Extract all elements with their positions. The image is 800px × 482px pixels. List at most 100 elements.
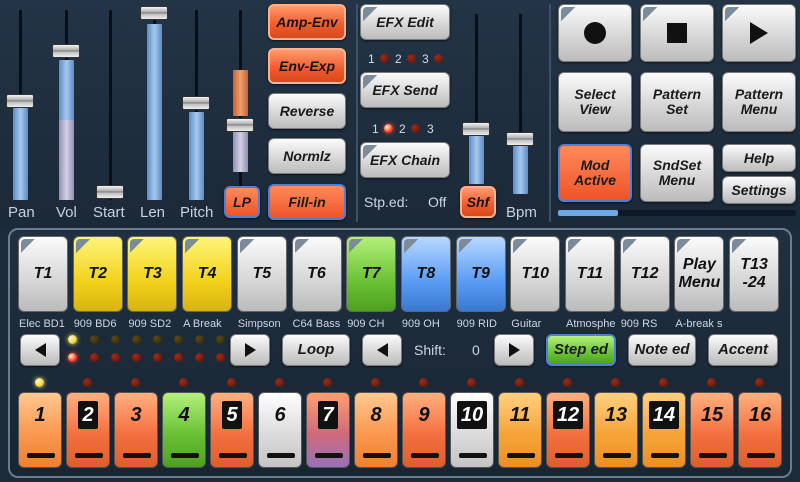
pattern-led (216, 335, 225, 344)
step-number: 12 (552, 401, 584, 429)
efx-slot-label: 1 (368, 52, 375, 66)
slider-fill (469, 132, 484, 184)
step-button[interactable]: 15 (690, 392, 734, 468)
shift-value: 0 (472, 342, 480, 358)
track-name: 909 SD2 (128, 318, 172, 330)
step-button[interactable]: 12 (546, 392, 590, 468)
step-number: 1 (34, 404, 46, 426)
track-button[interactable]: T3 (127, 236, 178, 312)
track-button[interactable]: T10 (510, 236, 561, 312)
step-button[interactable]: 16 (738, 392, 782, 468)
efx-send-button[interactable]: EFX Send (360, 72, 450, 108)
fill-in-button[interactable]: Fill-in (268, 184, 346, 220)
step-button[interactable]: 10 (450, 392, 494, 468)
step-button[interactable]: 8 (354, 392, 398, 468)
help-button[interactable]: Help (722, 144, 796, 172)
env-exp-button[interactable]: Env-Exp (268, 48, 346, 84)
shf-button[interactable]: Shf (460, 186, 496, 218)
mod-active-button[interactable]: Mod Active (558, 144, 632, 202)
slider-knob[interactable] (182, 96, 210, 110)
prev-pattern-button[interactable] (20, 334, 60, 366)
pan-slider[interactable] (6, 10, 34, 200)
track-button[interactable]: Play Menu (674, 236, 725, 312)
step-button[interactable]: 9 (402, 392, 446, 468)
efx-slot-label: 1 (372, 122, 379, 136)
step-button[interactable]: 6 (258, 392, 302, 468)
progress-bar (558, 210, 796, 216)
envelope-slider[interactable] (226, 10, 254, 200)
shift-right-button[interactable] (494, 334, 534, 366)
pattern-led (90, 335, 99, 344)
step-button[interactable]: 4 (162, 392, 206, 468)
step-button[interactable]: 14 (642, 392, 686, 468)
pattern-led (68, 353, 77, 362)
pitch-slider[interactable] (182, 10, 210, 200)
normlz-button[interactable]: Normlz (268, 138, 346, 174)
select-view-button[interactable]: Select View (558, 72, 632, 132)
start-slider[interactable] (96, 10, 124, 200)
track-button[interactable]: T13 -24 (729, 236, 780, 312)
pattern-menu-button[interactable]: Pattern Menu (722, 72, 796, 132)
next-pattern-button[interactable] (230, 334, 270, 366)
stop-button[interactable] (640, 4, 714, 62)
step-ed-button[interactable]: Step ed (546, 334, 616, 366)
lp-button[interactable]: LP (224, 186, 260, 218)
efx-led (384, 124, 393, 133)
vol-slider[interactable] (52, 10, 80, 200)
step-led (179, 378, 188, 387)
track-button[interactable]: T8 (400, 236, 451, 312)
efx-edit-button[interactable]: EFX Edit (360, 4, 450, 40)
amp-env-button[interactable]: Amp-Env (268, 4, 346, 40)
settings-button[interactable]: Settings (722, 176, 796, 204)
track-button[interactable]: T9 (455, 236, 506, 312)
slider-knob[interactable] (52, 44, 80, 58)
track-button[interactable]: T11 (565, 236, 615, 312)
step-button[interactable]: 1 (18, 392, 62, 468)
play-button[interactable] (722, 4, 796, 62)
slider-knob[interactable] (96, 185, 124, 199)
efx-led (407, 54, 416, 63)
pattern-led (174, 353, 183, 362)
bpm-label: Bpm (506, 204, 537, 221)
sndset-menu-button[interactable]: SndSet Menu (640, 144, 714, 202)
step-number: 4 (178, 404, 190, 426)
step-bar (75, 453, 103, 458)
slider-knob[interactable] (226, 118, 254, 132)
pattern-set-button[interactable]: Pattern Set (640, 72, 714, 132)
track-button[interactable]: T1 (18, 236, 68, 312)
step-button[interactable]: 11 (498, 392, 542, 468)
step-bar (267, 453, 295, 458)
step-button[interactable]: 7 (306, 392, 350, 468)
efx-chain-button[interactable]: EFX Chain (360, 142, 450, 178)
track-button[interactable]: T2 (72, 236, 123, 312)
step-bar (411, 453, 439, 458)
arrow-right-icon (244, 343, 256, 357)
step-number: 10 (456, 401, 488, 429)
shift-left-button[interactable] (362, 334, 402, 366)
step-button[interactable]: 2 (66, 392, 110, 468)
step-led (275, 378, 284, 387)
slider-knob[interactable] (6, 94, 34, 108)
pattern-led (153, 353, 162, 362)
slider-knob[interactable] (140, 6, 168, 20)
slider-knob[interactable] (462, 122, 490, 136)
track-button[interactable]: T12 (619, 236, 670, 312)
note-ed-button[interactable]: Note ed (628, 334, 696, 366)
track-button[interactable]: T7 (346, 236, 397, 312)
track-button[interactable]: T4 (182, 236, 233, 312)
track-button[interactable]: T5 (236, 236, 287, 312)
efx-level-slider[interactable] (462, 14, 490, 184)
slider-knob[interactable] (506, 132, 534, 146)
accent-button[interactable]: Accent (708, 334, 778, 366)
record-button[interactable] (558, 4, 632, 62)
reverse-button[interactable]: Reverse (268, 93, 346, 129)
step-button[interactable]: 3 (114, 392, 158, 468)
slider-fill (189, 112, 204, 200)
bpm-slider[interactable] (506, 14, 534, 194)
len-slider[interactable] (140, 6, 168, 200)
step-edit-label: Stp.ed: (364, 194, 409, 210)
track-button[interactable]: T6 (291, 236, 342, 312)
step-button[interactable]: 5 (210, 392, 254, 468)
step-button[interactable]: 13 (594, 392, 638, 468)
loop-button[interactable]: Loop (282, 334, 350, 366)
